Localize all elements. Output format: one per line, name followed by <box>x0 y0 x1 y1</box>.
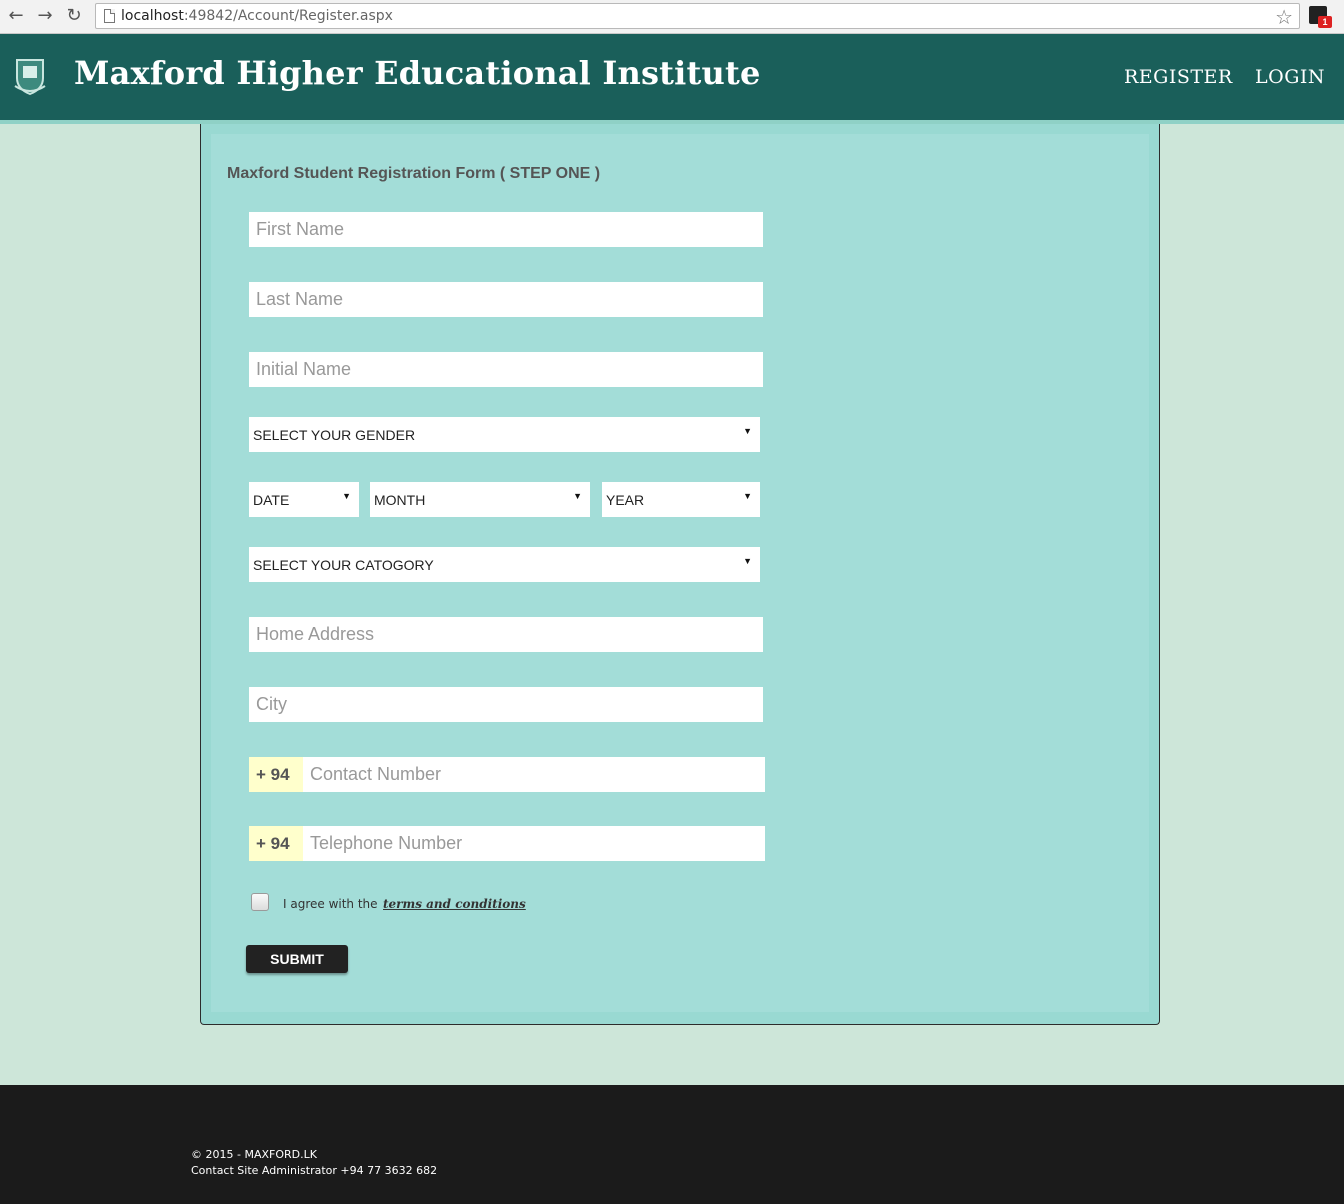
telephone-prefix: + 94 <box>249 826 303 861</box>
forward-icon[interactable]: → <box>34 5 56 27</box>
initial-name-input[interactable] <box>249 352 763 387</box>
browser-toolbar: ← → ↻ localhost:49842/Account/Register.a… <box>0 0 1344 34</box>
dropdown-arrow-icon: ▼ <box>743 556 752 566</box>
url-host: localhost <box>121 8 184 24</box>
gender-select[interactable]: SELECT YOUR GENDER ▼ <box>249 417 760 452</box>
site-footer: © 2015 - MAXFORD.LK Contact Site Adminis… <box>0 1085 1344 1204</box>
institute-crest-icon[interactable] <box>13 56 47 96</box>
reload-icon[interactable]: ↻ <box>63 5 85 27</box>
agree-label: I agree with the <box>283 897 378 911</box>
registration-panel: Maxford Student Registration Form ( STEP… <box>200 124 1160 1025</box>
terms-checkbox[interactable] <box>251 893 269 911</box>
footer-copyright: © 2015 - MAXFORD.LK <box>191 1148 317 1161</box>
dropdown-arrow-icon: ▼ <box>342 491 351 501</box>
year-select-value: YEAR <box>606 492 645 508</box>
form-title: Maxford Student Registration Form ( STEP… <box>227 165 601 182</box>
date-select[interactable]: DATE ▼ <box>249 482 359 517</box>
url-path: :49842/Account/Register.aspx <box>183 8 393 24</box>
url-text: localhost:49842/Account/Register.aspx <box>121 8 393 24</box>
footer-contact: Contact Site Administrator +94 77 3632 6… <box>191 1164 438 1177</box>
contact-number-group: + 94 <box>249 757 765 792</box>
gender-select-value: SELECT YOUR GENDER <box>253 427 416 443</box>
registration-form: Maxford Student Registration Form ( STEP… <box>211 134 1149 1012</box>
contact-prefix: + 94 <box>249 757 303 792</box>
month-select[interactable]: MONTH ▼ <box>370 482 590 517</box>
telephone-number-group: + 94 <box>249 826 765 861</box>
bookmark-star-icon[interactable]: ☆ <box>1275 5 1293 29</box>
category-select-value: SELECT YOUR CATOGORY <box>253 557 434 573</box>
back-icon[interactable]: ← <box>5 5 27 27</box>
month-select-value: MONTH <box>374 492 426 508</box>
last-name-input[interactable] <box>249 282 763 317</box>
year-select[interactable]: YEAR ▼ <box>602 482 760 517</box>
extension-badge: 1 <box>1318 16 1332 28</box>
date-select-value: DATE <box>253 492 290 508</box>
contact-number-input[interactable] <box>303 757 765 792</box>
site-header: Maxford Higher Educational Institute REG… <box>0 34 1344 124</box>
page-icon <box>104 9 115 23</box>
dropdown-arrow-icon: ▼ <box>573 491 582 501</box>
dropdown-arrow-icon: ▼ <box>743 491 752 501</box>
category-select[interactable]: SELECT YOUR CATOGORY ▼ <box>249 547 760 582</box>
dropdown-arrow-icon: ▼ <box>743 426 752 436</box>
nav-register-link[interactable]: REGISTER <box>1124 66 1233 88</box>
first-name-input[interactable] <box>249 212 763 247</box>
terms-link[interactable]: terms and conditions <box>383 897 526 911</box>
site-title[interactable]: Maxford Higher Educational Institute <box>74 54 761 92</box>
address-bar[interactable]: localhost:49842/Account/Register.aspx ☆ <box>95 3 1300 29</box>
submit-button[interactable]: SUBMIT <box>246 945 348 973</box>
telephone-number-input[interactable] <box>303 826 765 861</box>
nav-login-link[interactable]: LOGIN <box>1255 66 1325 88</box>
home-address-input[interactable] <box>249 617 763 652</box>
city-input[interactable] <box>249 687 763 722</box>
